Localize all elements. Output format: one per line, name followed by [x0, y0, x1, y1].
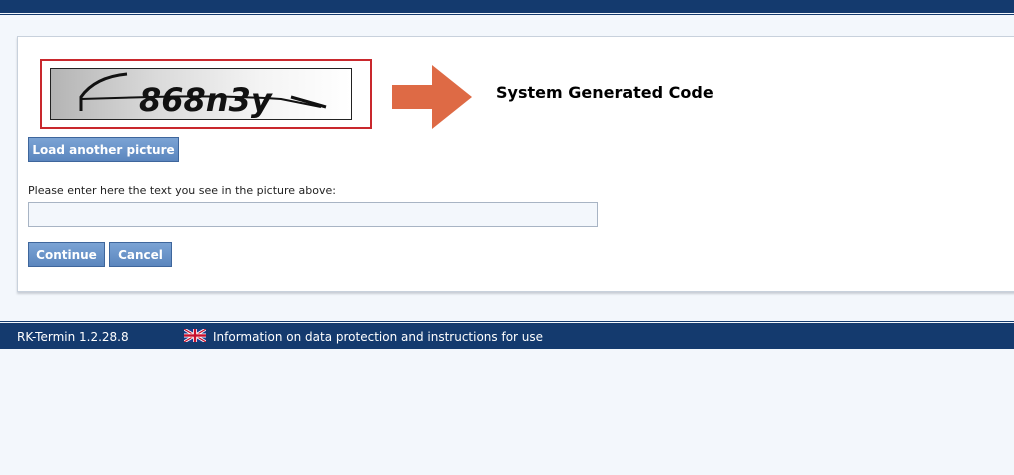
- captcha-image: 868n3y: [50, 68, 352, 120]
- footer-divider: [0, 321, 1014, 322]
- data-protection-info-link[interactable]: Information on data protection and instr…: [213, 330, 543, 344]
- continue-button[interactable]: Continue: [28, 242, 105, 267]
- top-header-divider: [0, 14, 1014, 15]
- footer-bar: RK-Termin 1.2.28.8 Information on data p…: [0, 323, 1014, 349]
- uk-flag-icon[interactable]: [184, 329, 206, 342]
- top-header-bar: [0, 0, 1014, 13]
- system-generated-code-label: System Generated Code: [496, 83, 714, 102]
- captcha-code-text: 868n3y: [139, 81, 273, 119]
- captcha-prompt-label: Please enter here the text you see in th…: [28, 184, 336, 197]
- arrow-right-icon: [392, 65, 472, 129]
- load-another-picture-button[interactable]: Load another picture: [28, 137, 179, 162]
- captcha-highlight-frame: 868n3y: [40, 59, 372, 129]
- captcha-panel: 868n3y System Generated Code Load anothe…: [17, 36, 1014, 292]
- version-label: RK-Termin 1.2.28.8: [17, 330, 129, 344]
- captcha-answer-input[interactable]: [28, 202, 598, 227]
- cancel-button[interactable]: Cancel: [109, 242, 172, 267]
- captcha-noise-lines: 868n3y: [79, 72, 327, 119]
